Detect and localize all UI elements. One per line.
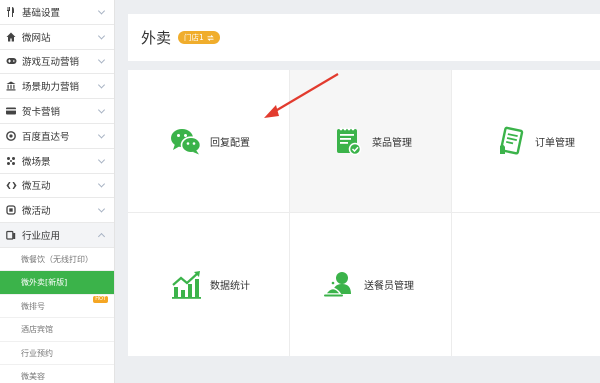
home-icon xyxy=(5,31,17,43)
chevron-up-icon xyxy=(97,233,106,241)
baidu-icon xyxy=(5,130,17,142)
sidebar-item-label: 微场景 xyxy=(22,156,51,168)
sidebar-item-micro-site[interactable]: 微网站 xyxy=(0,25,114,50)
sub-item-label: 微美容 xyxy=(21,372,45,382)
sidebar-item-label: 场景助力营销 xyxy=(22,82,80,94)
sidebar-item-micro-activity[interactable]: 微活动 xyxy=(0,198,114,224)
module-label: 订单管理 xyxy=(535,137,575,149)
empty-cell xyxy=(452,213,600,356)
activity-icon xyxy=(5,204,17,216)
chevron-down-icon xyxy=(97,32,106,40)
sidebar-item-micro-interact[interactable]: 微互动 xyxy=(0,174,114,199)
page-title: 外卖 xyxy=(141,29,172,47)
module-order-management[interactable]: 订单管理 xyxy=(452,70,600,213)
module-label: 菜品管理 xyxy=(372,137,412,149)
chevron-down-icon xyxy=(97,7,106,15)
sub-item-label: 微排号 xyxy=(21,301,45,311)
sidebar-item-micro-scene[interactable]: 微场景 xyxy=(0,149,114,174)
sidebar-item-basic-settings[interactable]: 基础设置 xyxy=(0,0,114,25)
sidebar-item-industry-apps[interactable]: 行业应用 xyxy=(0,223,114,248)
hot-badge: HOT xyxy=(93,295,108,303)
chevron-down-icon xyxy=(97,205,106,213)
industry-icon xyxy=(5,229,17,241)
bar-chart-icon xyxy=(169,268,203,302)
wechat-icon xyxy=(169,124,203,158)
sidebar-item-label: 游戏互动营销 xyxy=(22,57,80,69)
module-courier-management[interactable]: 送餐员管理 xyxy=(290,213,452,356)
sidebar-item-game-marketing[interactable]: 游戏互动营销 xyxy=(0,50,114,75)
sub-item-micro-beauty[interactable]: 微美容 xyxy=(0,365,114,383)
chevron-down-icon xyxy=(97,56,106,65)
sidebar-item-label: 百度直达号 xyxy=(22,131,70,143)
utensils-icon xyxy=(5,6,17,18)
chevron-down-icon xyxy=(97,156,106,164)
module-reply-config[interactable]: 回复配置 xyxy=(128,70,290,213)
sub-item-industry-booking[interactable]: 行业预约 xyxy=(0,342,114,366)
sub-item-label: 酒店宾馆 xyxy=(21,325,53,335)
scene-icon xyxy=(5,155,17,167)
module-label: 数据统计 xyxy=(210,281,250,292)
sidebar-item-label: 贺卡营销 xyxy=(22,107,61,119)
module-label: 回复配置 xyxy=(210,137,250,149)
module-data-statistics[interactable]: 数据统计 xyxy=(128,213,290,356)
sub-item-micro-queue[interactable]: 微排号 HOT xyxy=(0,295,114,319)
store-badge-label: 门店1 xyxy=(184,33,204,42)
sidebar-item-card-marketing[interactable]: 贺卡营销 xyxy=(0,99,114,124)
interact-icon xyxy=(5,179,17,191)
sub-item-label: 微餐饮（无线打印） xyxy=(21,254,93,264)
sidebar: 基础设置 微网站 游戏互动营销 场景助力营销 贺卡营销 百度直达号 微场景 微互… xyxy=(0,0,115,383)
chevron-down-icon xyxy=(97,180,106,189)
module-dish-management[interactable]: 菜品管理 xyxy=(290,70,452,213)
sub-item-label: 行业预约 xyxy=(21,348,53,358)
sub-item-micro-takeout[interactable]: 微外卖[新版] xyxy=(0,271,114,295)
sidebar-item-label: 微网站 xyxy=(22,32,51,44)
swap-icon xyxy=(207,34,214,41)
bank-icon xyxy=(5,80,17,92)
store-switch-badge[interactable]: 门店1 xyxy=(178,31,220,44)
chevron-down-icon xyxy=(97,81,106,89)
chevron-down-icon xyxy=(97,131,106,139)
page-header: 外卖 门店1 xyxy=(128,14,600,61)
sidebar-item-label: 微活动 xyxy=(22,206,51,218)
module-grid: 回复配置 菜品管理 订单管理 数据统计 送餐员管理 xyxy=(128,70,600,356)
chevron-down-icon xyxy=(97,106,106,114)
sub-item-micro-catering[interactable]: 微餐饮（无线打印） xyxy=(0,248,114,272)
sub-item-label: 微外卖[新版] xyxy=(21,278,68,288)
card-icon xyxy=(5,105,17,117)
sidebar-item-baidu[interactable]: 百度直达号 xyxy=(0,124,114,149)
sidebar-item-label: 微互动 xyxy=(22,181,51,193)
sidebar-item-scene-marketing[interactable]: 场景助力营销 xyxy=(0,74,114,100)
order-receipt-icon xyxy=(494,124,528,158)
sidebar-item-label: 基础设置 xyxy=(22,7,61,19)
menu-board-icon xyxy=(331,124,365,158)
delivery-person-icon xyxy=(323,268,357,302)
sidebar-item-label: 行业应用 xyxy=(22,231,61,243)
gamepad-icon xyxy=(5,55,17,67)
sub-item-hotel[interactable]: 酒店宾馆 xyxy=(0,318,114,342)
module-label: 送餐员管理 xyxy=(364,281,414,292)
